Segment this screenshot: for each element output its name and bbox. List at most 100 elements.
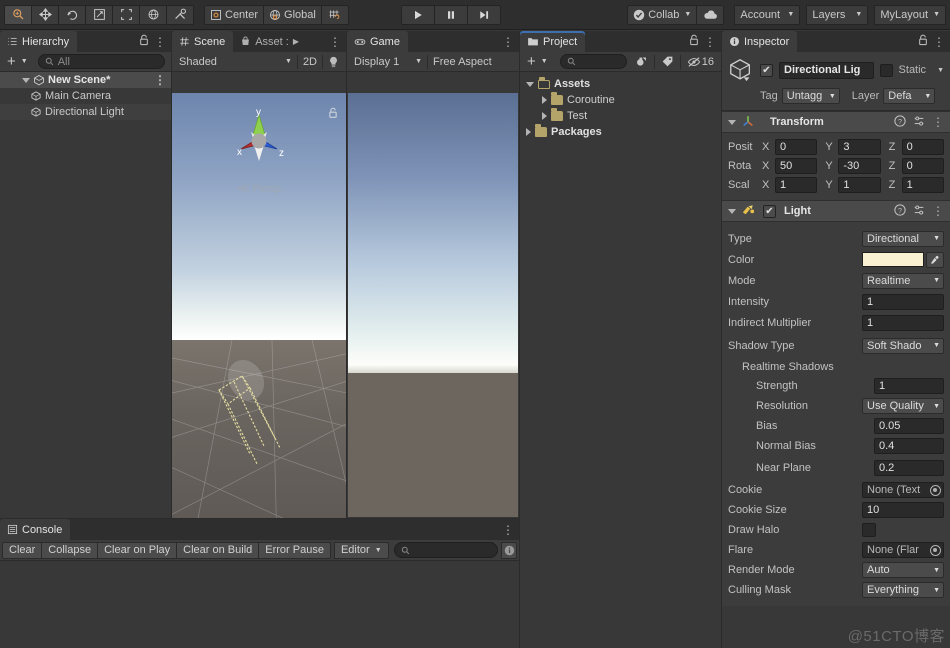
object-picker-icon[interactable] — [930, 544, 941, 556]
hierarchy-search-input[interactable]: All — [37, 54, 165, 69]
scene-perspective-label[interactable]: ≪ Persp — [237, 181, 281, 195]
splitter-scene-game[interactable] — [346, 31, 347, 518]
scale-tool-button[interactable] — [85, 4, 113, 25]
layout-button[interactable]: MyLayout ▼ — [874, 4, 946, 25]
tab-project[interactable]: Project — [520, 31, 586, 52]
scale-x-input[interactable]: 1 — [775, 176, 818, 193]
transform-menu-icon[interactable]: ⋮ — [932, 116, 944, 128]
transform-tool-button[interactable] — [139, 4, 167, 25]
tag-dropdown[interactable]: Untagg ▼ — [781, 88, 840, 104]
hierarchy-add-button[interactable]: + ▼ — [3, 54, 32, 70]
eyedropper-icon[interactable] — [926, 251, 944, 268]
light-draw-halo-checkbox[interactable] — [862, 523, 876, 537]
rect-tool-button[interactable] — [112, 4, 140, 25]
tab-inspector[interactable]: Inspector — [722, 31, 798, 52]
scale-y-input[interactable]: 1 — [838, 176, 881, 193]
hand-tool-button[interactable] — [4, 4, 32, 25]
rotate-tool-button[interactable] — [58, 4, 86, 25]
light-menu-icon[interactable]: ⋮ — [932, 205, 944, 217]
scene-2d-toggle[interactable]: 2D — [299, 54, 321, 70]
project-item-packages[interactable]: Packages — [520, 124, 721, 140]
layers-button[interactable]: Layers ▼ — [806, 4, 869, 25]
console-clear-on-build-button[interactable]: Clear on Build — [176, 541, 260, 559]
splitter-scene-console[interactable] — [0, 518, 519, 519]
game-menu-icon[interactable]: ⋮ — [502, 36, 514, 48]
game-aspect-dropdown[interactable]: Free Aspect — [429, 54, 516, 70]
scene-viewport[interactable]: x z y ≪ Persp — [172, 93, 346, 518]
object-picker-icon[interactable] — [930, 484, 941, 496]
project-search-input[interactable] — [559, 54, 627, 69]
console-menu-icon[interactable]: ⋮ — [502, 524, 514, 536]
chevron-down-icon[interactable] — [22, 77, 30, 83]
light-intensity-input[interactable]: 1 — [862, 293, 944, 310]
scene-menu-icon[interactable]: ⋮ — [154, 74, 166, 86]
tab-console[interactable]: Console — [0, 519, 71, 540]
lock-icon[interactable] — [139, 34, 149, 49]
project-hidden-count[interactable]: 16 — [683, 54, 718, 70]
light-culling-mask-dropdown[interactable]: Everything ▼ — [862, 582, 944, 598]
splitter-project-inspector[interactable] — [721, 31, 722, 648]
pivot-mode-button[interactable]: Center — [204, 4, 265, 25]
preset-icon[interactable] — [913, 115, 925, 130]
scene-lighting-toggle[interactable] — [324, 54, 343, 70]
chevron-right-icon[interactable] — [526, 128, 531, 136]
console-log-filter-toggle[interactable] — [501, 541, 517, 559]
light-enabled-checkbox[interactable]: ✔ — [763, 204, 776, 218]
light-flare-objectfield[interactable]: None (Flar — [862, 542, 944, 558]
rotation-x-input[interactable]: 50 — [775, 157, 818, 174]
console-error-pause-button[interactable]: Error Pause — [258, 541, 331, 559]
rotation-y-input[interactable]: -30 — [838, 157, 881, 174]
lock-icon[interactable] — [918, 34, 928, 49]
handle-rotation-button[interactable]: Global — [263, 4, 322, 25]
inspector-menu-icon[interactable]: ⋮ — [933, 36, 945, 48]
step-button[interactable] — [466, 4, 501, 25]
hierarchy-item-new-scene[interactable]: New Scene* ⋮ — [0, 72, 171, 88]
object-enabled-checkbox[interactable]: ✔ — [760, 63, 773, 77]
light-render-mode-dropdown[interactable]: Auto ▼ — [862, 562, 944, 578]
chevron-down-icon[interactable] — [728, 119, 736, 125]
help-icon[interactable]: ? — [894, 203, 906, 219]
shadow-near-plane-input[interactable]: 0.2 — [874, 460, 944, 476]
project-menu-icon[interactable]: ⋮ — [704, 36, 716, 48]
scale-z-input[interactable]: 1 — [901, 176, 944, 193]
console-search-input[interactable] — [393, 542, 498, 558]
light-type-dropdown[interactable]: Directional ▼ — [862, 230, 944, 247]
object-name-field[interactable]: Directional Lig — [779, 61, 874, 79]
project-filter-label-button[interactable] — [657, 54, 678, 70]
rotation-z-input[interactable]: 0 — [901, 157, 944, 174]
project-item-coroutine[interactable]: Coroutine — [520, 92, 721, 108]
static-checkbox[interactable] — [879, 63, 893, 77]
light-cookie-objectfield[interactable]: None (Text — [862, 482, 944, 498]
scene-view-gizmo[interactable]: x z y — [223, 105, 295, 177]
project-item-test[interactable]: Test — [520, 108, 721, 124]
light-indirect-input[interactable]: 1 — [862, 314, 944, 331]
help-icon[interactable]: ? — [894, 114, 906, 130]
tab-asset-store[interactable]: Asset : ▶ — [233, 31, 307, 52]
play-button[interactable] — [400, 4, 435, 25]
lock-icon[interactable] — [689, 34, 699, 49]
preset-icon[interactable] — [913, 204, 925, 219]
chevron-down-icon[interactable] — [526, 81, 534, 87]
cloud-button[interactable] — [696, 4, 725, 25]
account-button[interactable]: Account ▼ — [734, 4, 801, 25]
console-collapse-button[interactable]: Collapse — [41, 541, 99, 559]
shadow-normal-bias-input[interactable]: 0.4 — [874, 438, 944, 454]
position-x-input[interactable]: 0 — [775, 138, 818, 155]
shadow-bias-input[interactable]: 0.05 — [874, 418, 944, 434]
scene-shading-dropdown[interactable]: Shaded ▼ — [175, 54, 296, 70]
move-tool-button[interactable] — [31, 4, 59, 25]
chevron-right-icon[interactable] — [542, 96, 547, 104]
grid-snap-button[interactable] — [320, 4, 349, 25]
transform-component-header[interactable]: Transform ? ⋮ — [722, 111, 950, 133]
custom-tool-button[interactable] — [166, 4, 194, 25]
collab-button[interactable]: Collab ▼ — [627, 4, 698, 25]
position-y-input[interactable]: 3 — [838, 138, 881, 155]
game-display-dropdown[interactable]: Display 1 ▼ — [350, 54, 426, 70]
scene-menu-icon[interactable]: ⋮ — [329, 36, 341, 48]
light-cookie-size-input[interactable]: 10 — [862, 502, 944, 518]
light-mode-dropdown[interactable]: Realtime ▼ — [862, 272, 944, 289]
chevron-right-icon[interactable]: ▶ — [293, 37, 299, 46]
console-clear-on-play-button[interactable]: Clear on Play — [97, 541, 178, 559]
hierarchy-menu-icon[interactable]: ⋮ — [154, 36, 166, 48]
tab-hierarchy[interactable]: Hierarchy — [0, 31, 78, 52]
